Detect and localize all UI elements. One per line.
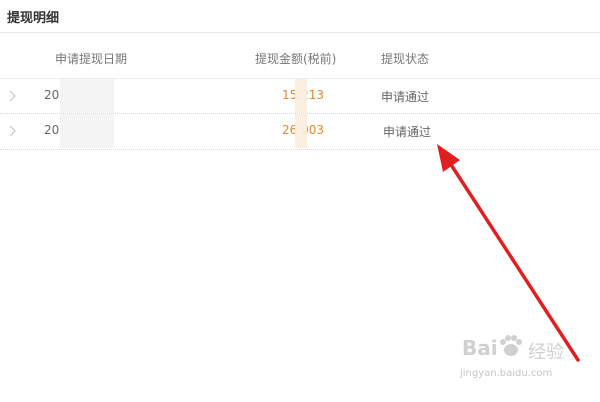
redacted-amount-mask bbox=[295, 114, 307, 148]
column-header-amount: 提现金额(税前) bbox=[255, 52, 337, 66]
column-header-status: 提现状态 bbox=[381, 52, 430, 66]
redacted-date-mask bbox=[60, 114, 114, 148]
status-cell: 申请通过 bbox=[381, 90, 430, 104]
table-row[interactable]: 20 26 003 申请通过 bbox=[0, 114, 600, 148]
withdrawal-details-page: 提现明细 申请提现日期 提现金额(税前) 提现状态 20 15 213 申请通过… bbox=[0, 0, 600, 402]
status-cell: 申请通过 bbox=[383, 125, 432, 139]
date-cell: 20 bbox=[44, 123, 60, 137]
baidu-jingyan-watermark: Bai 经验 jingyan.baidu.com bbox=[452, 328, 592, 390]
paw-icon bbox=[500, 335, 522, 356]
watermark-product: 经验 bbox=[528, 342, 564, 363]
row-divider bbox=[0, 149, 600, 150]
panel-header: 提现明细 bbox=[0, 0, 600, 33]
column-header-date: 申请提现日期 bbox=[55, 52, 128, 66]
redacted-amount-mask bbox=[295, 79, 307, 113]
watermark-url: jingyan.baidu.com bbox=[460, 368, 553, 379]
chevron-right-icon[interactable] bbox=[9, 90, 17, 102]
redacted-date-mask bbox=[60, 79, 114, 113]
date-cell: 20 bbox=[44, 88, 60, 102]
chevron-right-icon[interactable] bbox=[9, 125, 17, 137]
page-title: 提现明细 bbox=[7, 11, 60, 26]
watermark-brand: Bai bbox=[462, 336, 498, 360]
table-row[interactable]: 20 15 213 申请通过 bbox=[0, 79, 600, 113]
